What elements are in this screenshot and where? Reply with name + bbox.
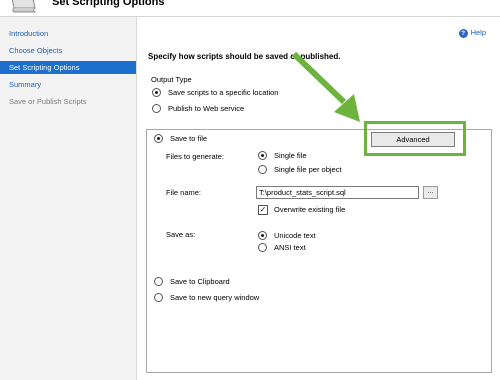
- help-label: Help: [470, 28, 486, 37]
- ansi-text-option[interactable]: ANSI text: [258, 242, 306, 253]
- sidebar-item-summary[interactable]: Summary: [0, 78, 136, 91]
- single-file-per-object-option[interactable]: Single file per object: [258, 164, 342, 175]
- single-file-label: Single file: [274, 151, 307, 160]
- publish-web-service-option[interactable]: Publish to Web service: [152, 103, 244, 114]
- ansi-text-radio[interactable]: [258, 243, 267, 252]
- files-to-generate-label: Files to generate:: [166, 152, 224, 161]
- sidebar-item-save-or-publish-scripts: Save or Publish Scripts: [9, 97, 87, 106]
- save-to-file-radio[interactable]: [154, 134, 163, 143]
- single-file-option[interactable]: Single file: [258, 150, 307, 161]
- pointer-arrow-icon: [291, 51, 360, 122]
- save-scripts-location-label: Save scripts to a specific location: [168, 88, 279, 97]
- save-to-clipboard-radio[interactable]: [154, 277, 163, 286]
- overwrite-existing-checkbox[interactable]: ✓: [258, 204, 268, 215]
- wizard-header: Set Scripting Options: [0, 0, 500, 17]
- output-type-label: Output Type: [151, 75, 192, 84]
- save-to-clipboard-label: Save to Clipboard: [170, 277, 230, 286]
- save-as-label: Save as:: [166, 230, 196, 239]
- scroll-icon: [11, 0, 37, 13]
- file-name-label: File name:: [166, 188, 202, 197]
- save-to-file-option[interactable]: Save to file: [154, 133, 207, 144]
- overwrite-existing-label: Overwrite existing file: [274, 205, 346, 214]
- unicode-text-label: Unicode text: [274, 231, 316, 240]
- single-file-per-object-label: Single file per object: [274, 165, 342, 174]
- save-to-clipboard-option[interactable]: Save to Clipboard: [154, 276, 230, 287]
- sidebar-item-introduction[interactable]: Introduction: [0, 27, 136, 40]
- single-file-per-object-radio[interactable]: [258, 165, 267, 174]
- save-scripts-location-option[interactable]: Save scripts to a specific location: [152, 87, 278, 98]
- unicode-text-option[interactable]: Unicode text: [258, 230, 316, 241]
- save-scripts-location-radio[interactable]: [152, 88, 161, 97]
- help-icon: ?: [458, 28, 468, 38]
- single-file-radio[interactable]: [258, 151, 267, 160]
- page-title: Set Scripting Options: [52, 0, 165, 8]
- save-to-new-query-radio[interactable]: [154, 293, 163, 302]
- wizard-sidebar: Introduction Choose Objects Set Scriptin…: [0, 17, 137, 380]
- browse-button[interactable]: ...: [423, 186, 438, 199]
- publish-web-service-radio[interactable]: [152, 104, 161, 113]
- help-link[interactable]: ? Help: [458, 28, 486, 38]
- save-to-new-query-label: Save to new query window: [170, 293, 260, 302]
- sidebar-item-choose-objects[interactable]: Choose Objects: [0, 44, 136, 57]
- file-name-input[interactable]: [256, 186, 419, 199]
- save-to-file-label: Save to file: [170, 134, 208, 143]
- publish-web-service-label: Publish to Web service: [168, 104, 245, 113]
- sidebar-item-set-scripting-options[interactable]: Set Scripting Options: [0, 61, 136, 74]
- ansi-text-label: ANSI text: [274, 243, 306, 252]
- unicode-text-radio[interactable]: [258, 231, 267, 240]
- save-to-new-query-option[interactable]: Save to new query window: [154, 292, 259, 303]
- highlight-box: [364, 121, 466, 156]
- overwrite-existing-option[interactable]: ✓ Overwrite existing file: [258, 204, 345, 215]
